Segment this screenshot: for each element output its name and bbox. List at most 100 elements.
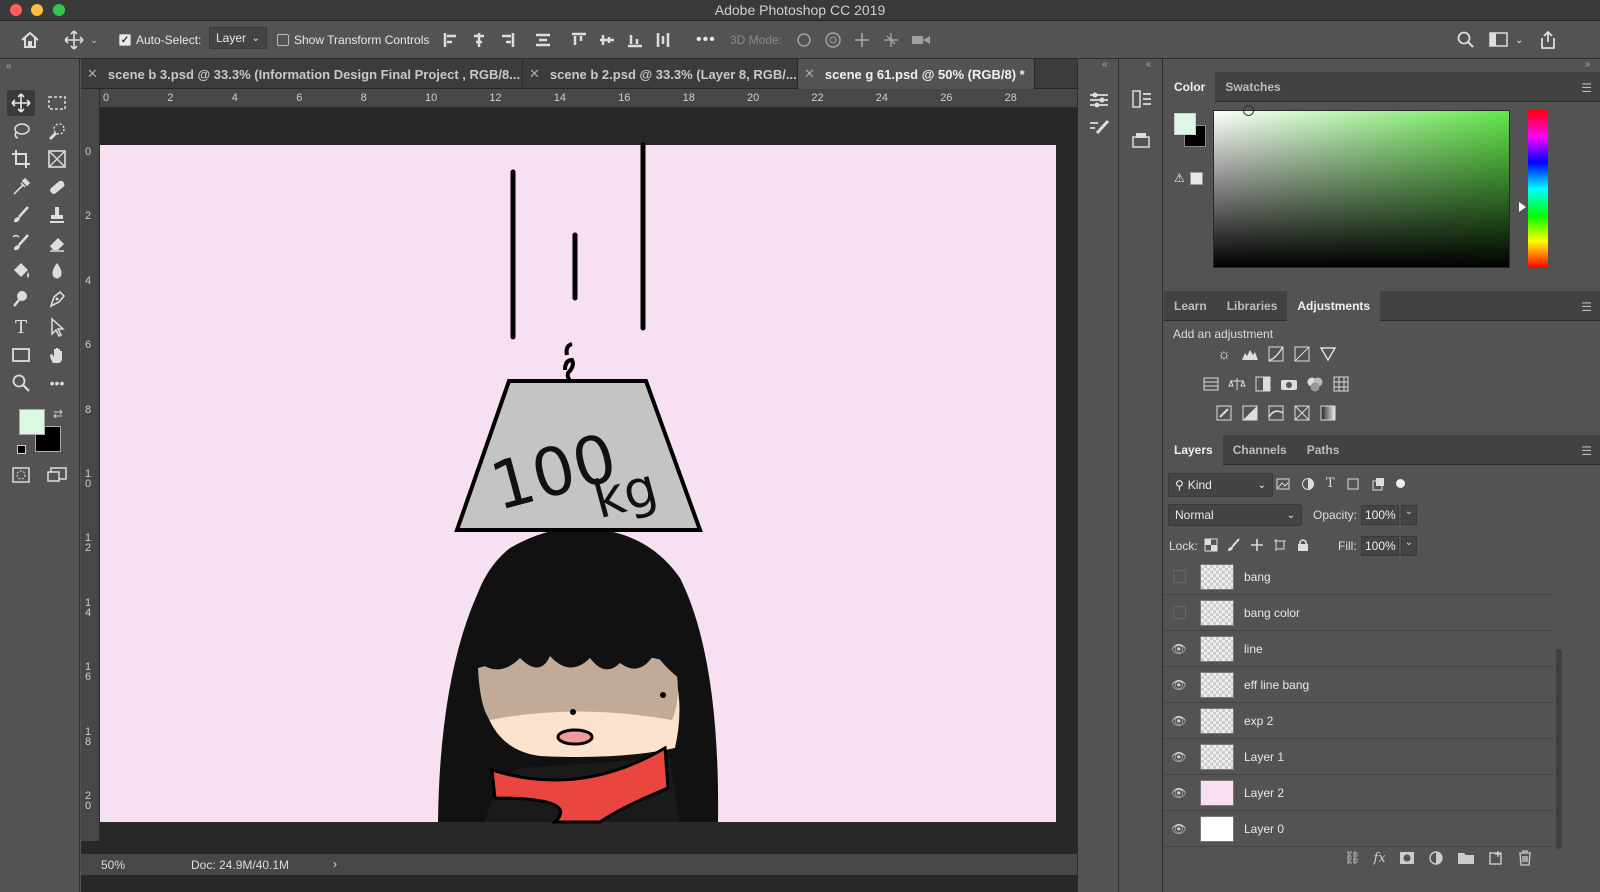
align-bottom-icon[interactable] (626, 31, 644, 49)
color-field[interactable] (1213, 110, 1510, 268)
color-lookup-icon[interactable] (1332, 376, 1350, 392)
panel-menu-icon[interactable]: ☰ (1581, 300, 1592, 314)
align-left-icon[interactable] (442, 31, 460, 49)
move-tool-icon[interactable] (7, 90, 35, 116)
home-icon[interactable] (20, 30, 40, 50)
collapse-icon[interactable]: « (1102, 59, 1108, 70)
eye-icon[interactable]: 👁 (1164, 678, 1194, 692)
distribute-vertical-icon[interactable] (654, 31, 672, 49)
gamut-swatch[interactable] (1190, 172, 1203, 185)
move-tool-preset-icon[interactable]: ⌄ (64, 30, 98, 50)
opacity-input[interactable]: 100% (1361, 505, 1399, 525)
screen-mode-icon[interactable] (43, 462, 71, 488)
gamut-warning-icon[interactable]: ⚠ (1174, 171, 1185, 185)
more-tools-icon[interactable]: ••• (43, 370, 71, 396)
path-selection-tool-icon[interactable] (43, 314, 71, 340)
new-layer-icon[interactable] (1488, 850, 1504, 866)
crop-tool-icon[interactable] (7, 146, 35, 172)
opacity-slider-button[interactable]: ⌄ (1401, 505, 1417, 525)
pixel-layer-filter-icon[interactable] (1276, 477, 1290, 491)
history-icon[interactable] (1131, 89, 1153, 112)
auto-select-dropdown[interactable]: Layer ⌄ (209, 27, 267, 49)
brightness-contrast-icon[interactable]: ☼ (1215, 346, 1233, 363)
foreground-color-swatch[interactable] (19, 409, 45, 435)
distribute-icon[interactable] (534, 31, 552, 49)
3d-orbit-icon[interactable] (794, 31, 814, 49)
visibility-toggle-off[interactable] (1164, 606, 1194, 619)
new-group-icon[interactable] (1457, 851, 1475, 865)
document-tab-2[interactable]: ✕ scene b 2.psd @ 33.3% (Layer 8, RGB/... (523, 59, 798, 89)
layer-row[interactable]: bang color (1164, 595, 1554, 631)
tab-channels[interactable]: Channels (1223, 435, 1297, 465)
3d-pan-icon[interactable] (852, 31, 872, 49)
eyedropper-tool-icon[interactable] (7, 174, 35, 200)
invert-icon[interactable] (1215, 405, 1233, 421)
new-adjustment-layer-icon[interactable] (1428, 850, 1444, 866)
frame-tool-icon[interactable] (43, 146, 71, 172)
history-brush-tool-icon[interactable] (7, 230, 35, 256)
stamp-tool-icon[interactable] (43, 202, 71, 228)
exposure-icon[interactable] (1293, 346, 1311, 362)
layer-row[interactable]: 👁 exp 2 (1164, 703, 1554, 739)
layer-filter-dropdown[interactable]: ⚲ Kind ⌄ (1168, 473, 1273, 497)
document-tab-3[interactable]: ✕ scene g 61.psd @ 50% (RGB/8) * (798, 59, 1035, 89)
color-balance-icon[interactable] (1228, 376, 1246, 392)
hue-slider-thumb[interactable] (1519, 202, 1526, 212)
blur-tool-icon[interactable] (43, 258, 71, 284)
lock-artboard-icon[interactable] (1273, 538, 1287, 552)
layer-style-icon[interactable]: fx (1374, 851, 1386, 866)
filter-toggle-icon[interactable] (1395, 479, 1405, 488)
hand-tool-icon[interactable] (43, 342, 71, 368)
align-center-icon[interactable] (470, 31, 488, 49)
selective-color-icon[interactable] (1293, 405, 1311, 421)
panel-menu-icon[interactable]: ☰ (1581, 81, 1592, 95)
align-top-icon[interactable] (570, 31, 588, 49)
tab-layers[interactable]: Layers (1164, 435, 1223, 465)
fill-slider-button[interactable]: ⌄ (1401, 536, 1417, 556)
delete-layer-icon[interactable] (1517, 850, 1533, 866)
search-icon[interactable] (1457, 30, 1475, 50)
glyphs-icon[interactable] (1131, 131, 1153, 154)
tab-learn[interactable]: Learn (1164, 291, 1217, 321)
type-layer-filter-icon[interactable]: T (1326, 476, 1335, 491)
layer-row[interactable]: bang (1164, 559, 1554, 595)
auto-select-checkbox[interactable]: ✓ Auto-Select: (119, 30, 201, 50)
vertical-ruler[interactable]: 0 2 4 6 8 10 12 14 16 18 20 (81, 89, 100, 841)
quick-mask-icon[interactable] (7, 462, 35, 488)
share-icon[interactable] (1539, 30, 1557, 50)
eraser-tool-icon[interactable] (43, 230, 71, 256)
curves-icon[interactable] (1267, 346, 1285, 362)
shape-layer-filter-icon[interactable] (1346, 477, 1360, 491)
link-layers-icon[interactable]: ⛓ (1344, 850, 1361, 866)
brush-settings-icon[interactable] (1088, 119, 1110, 140)
type-tool-icon[interactable]: T (7, 314, 35, 340)
eye-icon[interactable]: 👁 (1164, 822, 1194, 836)
add-mask-icon[interactable] (1399, 851, 1415, 865)
workspace-icon[interactable]: ⌄ (1489, 30, 1523, 50)
hue-slider[interactable] (1528, 110, 1548, 268)
default-colors-icon[interactable] (17, 445, 26, 454)
marquee-tool-icon[interactable] (43, 90, 71, 116)
lock-image-pixels-icon[interactable] (1227, 538, 1241, 552)
collapse-panels-icon[interactable]: » (1584, 59, 1590, 70)
swap-colors-icon[interactable]: ⇄ (53, 407, 63, 421)
close-tab-icon[interactable]: ✕ (87, 66, 98, 82)
lock-position-icon[interactable] (1250, 538, 1264, 552)
3d-scale-icon[interactable] (910, 31, 932, 49)
horizontal-ruler[interactable]: 0 2 4 6 8 10 12 14 16 18 20 22 24 26 28 (100, 89, 1102, 108)
black-white-icon[interactable] (1254, 376, 1272, 392)
tab-libraries[interactable]: Libraries (1217, 291, 1288, 321)
3d-slide-icon[interactable] (881, 31, 901, 49)
status-menu-arrow[interactable]: › (333, 857, 337, 871)
color-panel-foreground-swatch[interactable] (1174, 113, 1196, 135)
channel-mixer-icon[interactable] (1306, 376, 1324, 392)
layers-scrollbar[interactable] (1556, 649, 1562, 849)
eye-icon[interactable]: 👁 (1164, 750, 1194, 764)
blend-mode-dropdown[interactable]: Normal ⌄ (1168, 504, 1302, 526)
lock-all-icon[interactable] (1296, 538, 1310, 552)
vibrance-icon[interactable] (1319, 346, 1337, 362)
show-transform-controls-checkbox[interactable]: Show Transform Controls (277, 30, 429, 50)
lasso-tool-icon[interactable] (7, 118, 35, 144)
zoom-level[interactable]: 50% (101, 858, 125, 872)
align-middle-icon[interactable] (598, 31, 616, 49)
